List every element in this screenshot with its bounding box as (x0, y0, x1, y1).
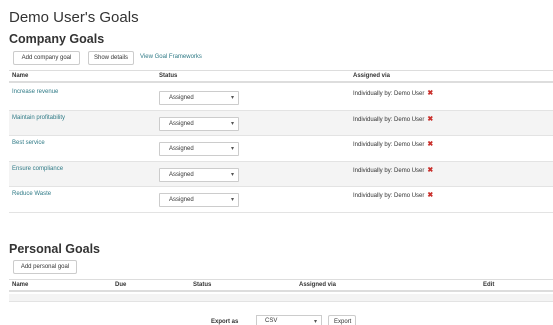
caret-down-icon: ▾ (313, 319, 317, 325)
goal-name-link[interactable]: Maintain profitability (12, 115, 65, 121)
assigned-via-cell: Individually by: Demo User ✖ (353, 191, 433, 199)
column-header-edit: Edit (483, 282, 495, 288)
assigned-via-text: Individually by: Demo User (353, 91, 425, 97)
assigned-via-text: Individually by: Demo User (353, 116, 425, 123)
goal-name-link[interactable]: Best service (12, 140, 45, 146)
status-select[interactable]: Assigned ▾ (159, 193, 239, 207)
table-row: Best service Assigned ▾ Individually by: De… (9, 136, 553, 162)
view-goal-frameworks-link[interactable]: View Goal Frameworks (140, 54, 202, 60)
goal-name-link[interactable]: Reduce Waste (12, 191, 51, 197)
column-header-status: Status (159, 73, 178, 79)
caret-down-icon: ▾ (230, 197, 234, 203)
delete-x-icon[interactable]: ✖ (427, 140, 433, 148)
add-personal-goal-button[interactable]: Add personal goal (13, 260, 77, 274)
company-goals-title: Company Goals (9, 32, 105, 46)
company-goals-table-header: Name Status Assigned via (9, 70, 553, 83)
status-select[interactable]: Assigned ▾ (159, 91, 239, 105)
delete-x-icon[interactable]: ✖ (427, 191, 433, 199)
personal-goals-title: Personal Goals (9, 242, 101, 256)
delete-x-icon[interactable]: ✖ (427, 89, 433, 97)
personal-goals-empty-row (9, 294, 553, 302)
status-select[interactable]: Assigned ▾ (159, 142, 239, 156)
status-value: Assigned (169, 197, 194, 203)
status-value: Assigned (169, 171, 194, 178)
caret-down-icon: ▾ (230, 95, 234, 101)
goal-name-link[interactable]: Increase revenue (12, 89, 58, 95)
caret-down-icon: ▾ (230, 146, 234, 152)
table-row: Reduce Waste Assigned ▾ Individually by: De… (9, 187, 553, 213)
assigned-via-text: Individually by: Demo User (353, 193, 425, 199)
status-value: Assigned (169, 120, 194, 127)
assigned-via-text: Individually by: Demo User (353, 167, 425, 174)
assigned-via-cell: Individually by: Demo User ✖ (353, 89, 433, 97)
table-row: Ensure compliance Assigned ▾ Individually b… (9, 161, 553, 187)
delete-x-icon[interactable]: ✖ (427, 115, 433, 123)
status-value: Assigned (169, 95, 194, 101)
caret-down-icon: ▾ (230, 171, 234, 178)
export-button[interactable]: Export (328, 315, 356, 325)
column-header-assigned-via: Assigned via (299, 282, 337, 288)
export-format-select[interactable]: CSV ▾ (256, 315, 322, 325)
table-row: Maintain profitability Assigned ▾ Individua… (9, 110, 553, 136)
column-header-due: Due (115, 282, 127, 288)
column-header-name: Name (12, 73, 29, 79)
caret-down-icon: ▾ (230, 120, 234, 127)
assigned-via-cell: Individually by: Demo User ✖ (353, 115, 433, 123)
column-header-assigned-via: Assigned via (353, 73, 391, 79)
show-details-button[interactable]: Show details (88, 51, 134, 65)
page-title: Demo User's Goals (9, 9, 139, 26)
delete-x-icon[interactable]: ✖ (427, 166, 433, 174)
status-select[interactable]: Assigned ▾ (159, 167, 239, 182)
table-row: Increase revenue Assigned ▾ Individually by… (9, 85, 553, 111)
goal-name-link[interactable]: Ensure compliance (12, 166, 63, 172)
column-header-name: Name (12, 282, 29, 288)
add-company-goal-button[interactable]: Add company goal (13, 51, 80, 65)
export-format-value: CSV (265, 318, 278, 324)
export-label: Export as (211, 319, 239, 325)
status-value: Assigned (169, 146, 194, 152)
assigned-via-text: Individually by: Demo User (353, 142, 425, 148)
status-select[interactable]: Assigned ▾ (159, 116, 239, 131)
assigned-via-cell: Individually by: Demo User ✖ (353, 166, 433, 174)
assigned-via-cell: Individually by: Demo User ✖ (353, 140, 433, 148)
column-header-status: Status (193, 282, 212, 288)
personal-goals-table-header: Name Due Status Assigned via Edit (9, 279, 553, 292)
